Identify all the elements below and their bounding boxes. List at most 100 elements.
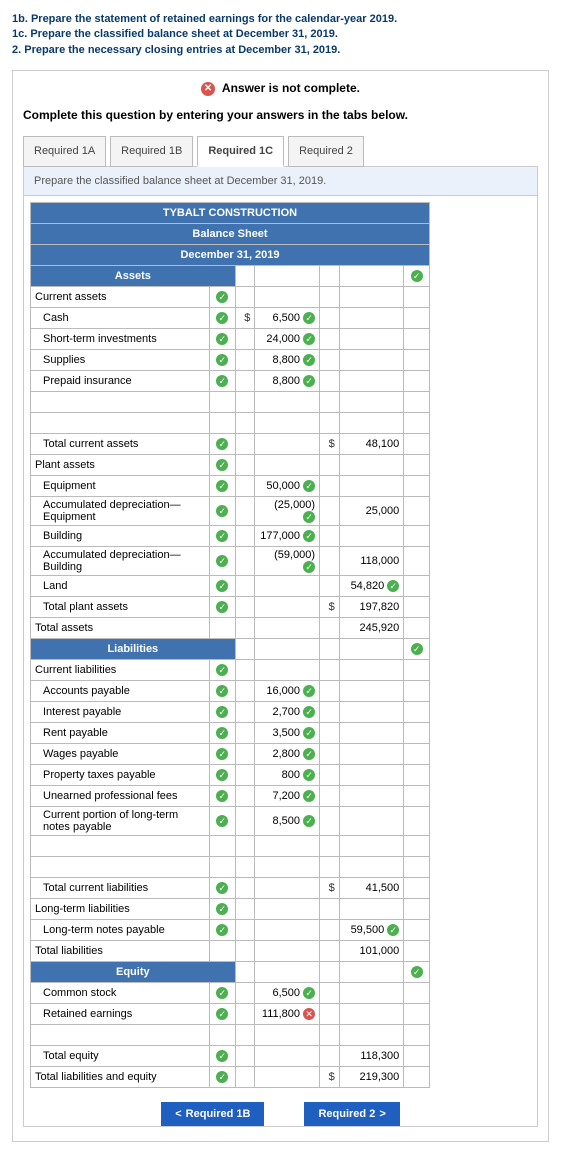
row-total-plant[interactable]: Total plant assets: [31, 597, 210, 618]
val-tle: 219,300: [339, 1067, 404, 1088]
check-icon: ✓: [216, 312, 228, 324]
row-blank[interactable]: [31, 857, 210, 878]
chevron-right-icon: >: [379, 1108, 385, 1120]
row-blank[interactable]: [31, 413, 210, 434]
check-icon: ✓: [216, 987, 228, 999]
val-prepaid-ins[interactable]: 8,800: [273, 375, 301, 387]
row-ltnp[interactable]: Long-term notes payable: [31, 920, 210, 941]
row-wages-payable[interactable]: Wages payable: [31, 744, 210, 765]
check-icon: ✓: [216, 664, 228, 676]
val-acc-dep-bldg[interactable]: (59,000): [274, 549, 315, 561]
val-upf[interactable]: 7,200: [273, 790, 301, 802]
row-total-liab-equity[interactable]: Total liabilities and equity: [31, 1067, 210, 1088]
val-sti[interactable]: 24,000: [266, 333, 300, 345]
val-cs[interactable]: 6,500: [273, 987, 301, 999]
val-cash[interactable]: 6,500: [273, 312, 301, 324]
row-acc-dep-bldg[interactable]: Accumulated depreciation—Building: [31, 547, 210, 576]
val-equip-net: 25,000: [339, 497, 404, 526]
next-button[interactable]: Required 2 >: [304, 1102, 399, 1126]
check-icon: ✓: [216, 601, 228, 613]
tab-required-2[interactable]: Required 2: [288, 136, 364, 167]
check-icon: ✓: [411, 966, 423, 978]
row-interest-payable[interactable]: Interest payable: [31, 702, 210, 723]
check-icon: ✓: [216, 354, 228, 366]
row-blank[interactable]: [31, 1025, 210, 1046]
row-acc-dep-equip[interactable]: Accumulated depreciation—Equipment: [31, 497, 210, 526]
row-supplies[interactable]: Supplies: [31, 350, 210, 371]
check-icon: ✓: [216, 530, 228, 542]
row-equipment[interactable]: Equipment: [31, 476, 210, 497]
check-icon: ✓: [216, 685, 228, 697]
row-current-liab[interactable]: Current liabilities: [31, 660, 210, 681]
sheet-date: December 31, 2019: [31, 245, 430, 266]
section-liabilities: Liabilities: [31, 639, 236, 660]
row-plant-assets[interactable]: Plant assets: [31, 455, 210, 476]
check-icon: ✓: [216, 769, 228, 781]
row-total-current-liab[interactable]: Total current liabilities: [31, 878, 210, 899]
val-equipment[interactable]: 50,000: [266, 480, 300, 492]
row-rent-payable[interactable]: Rent payable: [31, 723, 210, 744]
next-label: Required 2: [318, 1108, 375, 1120]
check-icon: ✓: [216, 480, 228, 492]
row-cash[interactable]: Cash: [31, 308, 210, 329]
row-long-term-liab[interactable]: Long-term liabilities: [31, 899, 210, 920]
check-icon: ✓: [303, 375, 315, 387]
instr-1b: 1b. Prepare the statement of retained ea…: [12, 13, 397, 25]
check-icon: ✓: [303, 354, 315, 366]
row-building[interactable]: Building: [31, 526, 210, 547]
row-land[interactable]: Land: [31, 576, 210, 597]
row-total-equity[interactable]: Total equity: [31, 1046, 210, 1067]
val-land[interactable]: 54,820: [351, 580, 385, 592]
val-acc-dep-equip[interactable]: (25,000): [274, 499, 315, 511]
prev-button[interactable]: < Required 1B: [161, 1102, 264, 1126]
val-building[interactable]: 177,000: [260, 530, 300, 542]
instr-1c: 1c. Prepare the classified balance sheet…: [12, 28, 338, 40]
dollar-sign: $: [320, 434, 340, 455]
instr-2: 2. Prepare the necessary closing entries…: [12, 44, 340, 56]
chevron-left-icon: <: [175, 1108, 181, 1120]
row-total-liab[interactable]: Total liabilities: [31, 941, 210, 962]
val-ip[interactable]: 2,700: [273, 706, 301, 718]
complete-prompt: Complete this question by entering your …: [23, 108, 538, 122]
row-blank[interactable]: [31, 392, 210, 413]
tab-required-1b[interactable]: Required 1B: [110, 136, 193, 167]
val-bldg-net: 118,000: [339, 547, 404, 576]
val-ta: 245,920: [339, 618, 404, 639]
check-icon: ✓: [303, 815, 315, 827]
row-property-tax-payable[interactable]: Property taxes payable: [31, 765, 210, 786]
row-retained-earnings[interactable]: Retained earnings: [31, 1004, 210, 1025]
val-wp[interactable]: 2,800: [273, 748, 301, 760]
row-current-portion-ltnp[interactable]: Current portion of long-term notes payab…: [31, 807, 210, 836]
balance-sheet-table: TYBALT CONSTRUCTION Balance Sheet Decemb…: [30, 202, 430, 1088]
row-sti[interactable]: Short-term investments: [31, 329, 210, 350]
row-prepaid-ins[interactable]: Prepaid insurance: [31, 371, 210, 392]
row-blank[interactable]: [31, 836, 210, 857]
tab-required-1a[interactable]: Required 1A: [23, 136, 106, 167]
row-accounts-payable[interactable]: Accounts payable: [31, 681, 210, 702]
check-icon: ✓: [216, 882, 228, 894]
section-assets: Assets: [31, 266, 236, 287]
val-ltnp[interactable]: 59,500: [351, 924, 385, 936]
check-icon: ✓: [216, 1008, 228, 1020]
check-icon: ✓: [387, 924, 399, 936]
check-icon: ✓: [216, 580, 228, 592]
val-ap[interactable]: 16,000: [266, 685, 300, 697]
check-icon: ✓: [216, 815, 228, 827]
row-total-assets[interactable]: Total assets: [31, 618, 210, 639]
val-re[interactable]: 111,800: [262, 1008, 300, 1020]
dollar-sign: $: [235, 308, 255, 329]
row-common-stock[interactable]: Common stock: [31, 983, 210, 1004]
check-icon: ✓: [303, 561, 315, 573]
val-tl: 101,000: [339, 941, 404, 962]
val-supplies[interactable]: 8,800: [273, 354, 301, 366]
check-icon: ✓: [216, 459, 228, 471]
val-rp[interactable]: 3,500: [273, 727, 301, 739]
row-total-current-assets[interactable]: Total current assets: [31, 434, 210, 455]
row-current-assets[interactable]: Current assets: [31, 287, 210, 308]
check-icon: ✓: [303, 480, 315, 492]
val-ptp[interactable]: 800: [282, 769, 300, 781]
row-unearned-fees[interactable]: Unearned professional fees: [31, 786, 210, 807]
val-cpl[interactable]: 8,500: [273, 815, 301, 827]
check-icon: ✓: [216, 790, 228, 802]
tab-required-1c[interactable]: Required 1C: [197, 136, 284, 167]
